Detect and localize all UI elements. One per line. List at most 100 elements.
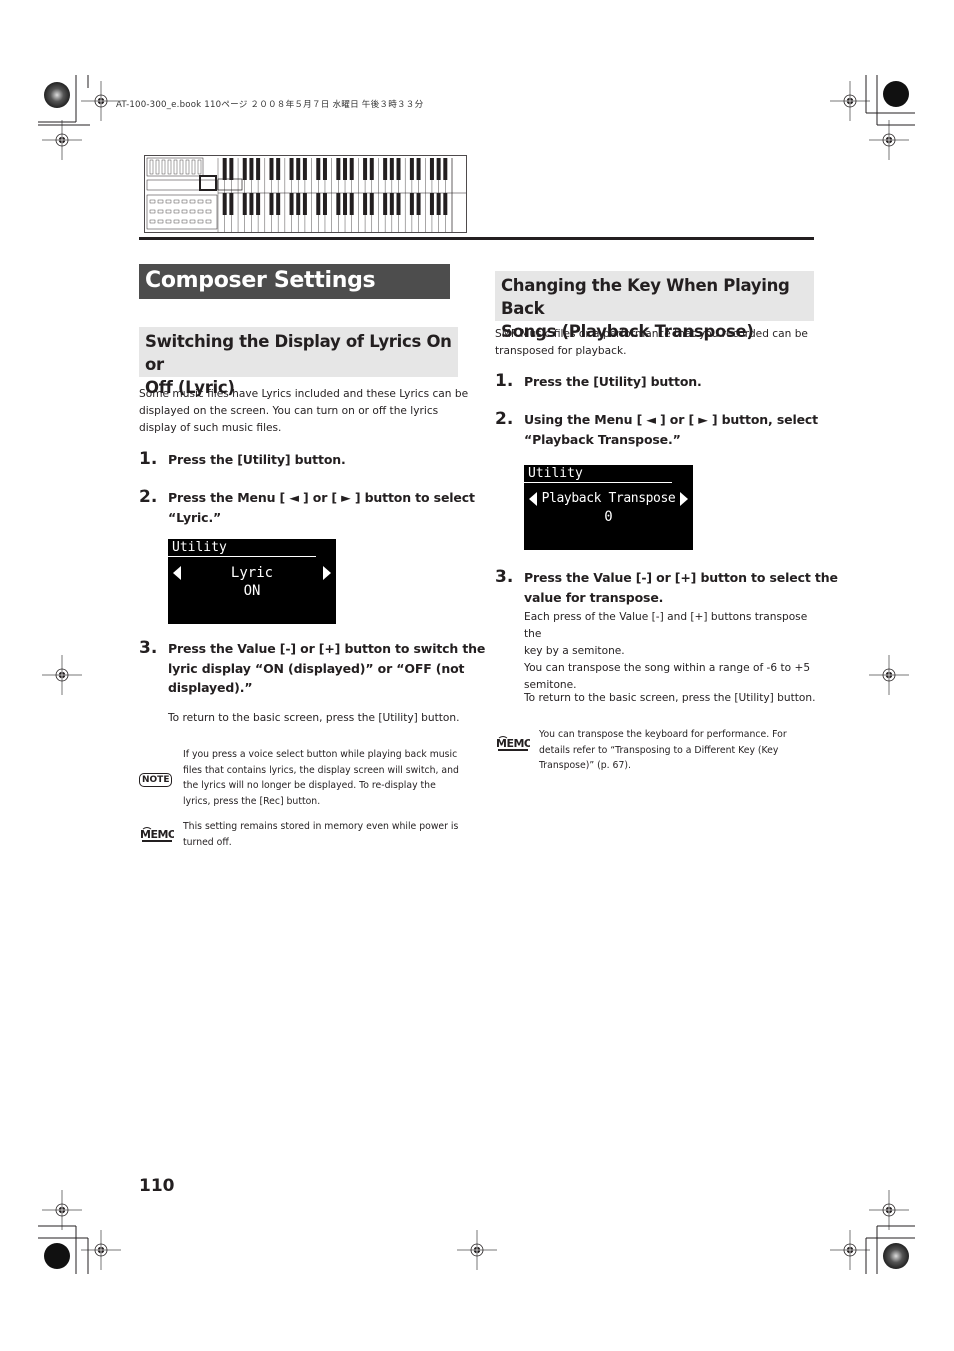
black-key [296, 158, 301, 180]
registration-mark [868, 1189, 910, 1231]
black-key [436, 158, 441, 180]
registration-mark [829, 1229, 871, 1271]
black-key [429, 158, 434, 180]
black-key [363, 158, 368, 180]
memo-text: You can transpose the keyboard for perfo… [539, 727, 819, 774]
step-text: Using the Menu [ ◄ ] or [ ► ] button, se… [524, 410, 818, 449]
step-number: 1. [495, 371, 514, 391]
registration-mark [41, 119, 83, 161]
registration-mark [868, 119, 910, 161]
lcd-parameter: Lyric [230, 565, 274, 581]
color-target-mark [883, 81, 909, 107]
header-rule [139, 237, 814, 240]
lcd-value: ON [243, 583, 261, 599]
black-key [443, 158, 448, 180]
registration-mark [829, 80, 871, 122]
memo-icon-label: MEMO [140, 828, 174, 841]
text-line: Press the Value [-] or [+] button to sel… [524, 570, 838, 585]
registration-mark [868, 654, 910, 696]
black-key [409, 158, 414, 180]
lcd-screen-playback-transpose: Utility Playback Transpose 0 [524, 465, 693, 550]
black-key [443, 193, 448, 215]
text-line: Press the Menu [ ◄ ] or [ ► ] button to … [168, 490, 475, 505]
page-title: Composer Settings [139, 264, 450, 299]
text-line: transposed for playback. [495, 345, 627, 357]
registration-mark [456, 1229, 498, 1271]
registration-mark [80, 80, 122, 122]
text-line: display of such music files. [139, 422, 282, 434]
text-line: Each press of the Value [-] and [+] butt… [524, 611, 808, 640]
text-line: lyric display “ON (displayed)” or “OFF (… [168, 660, 465, 676]
black-key [322, 193, 327, 215]
lcd-divider [524, 482, 672, 483]
step-text: Press the Menu [ ◄ ] or [ ► ] button to … [168, 488, 475, 527]
black-key [242, 193, 247, 215]
black-key [383, 193, 388, 215]
text-line: key by a semitone. [524, 645, 625, 657]
section-heading-lyric: Switching the Display of Lyrics On or Of… [139, 327, 458, 397]
lcd-parameter: Playback Transpose [541, 491, 676, 506]
black-key [302, 193, 307, 215]
heading-line: Switching the Display of Lyrics On or [145, 332, 452, 374]
text-line: lyrics, press the [Rec] button. [183, 795, 321, 807]
text-line: Some music files have Lyrics included an… [139, 388, 469, 400]
black-key [369, 193, 374, 215]
black-key [343, 158, 348, 180]
color-target-mark [883, 1243, 909, 1269]
memo-icon: MEMO [140, 826, 177, 847]
black-key [289, 158, 294, 180]
text-line: value for transpose. [524, 589, 664, 605]
text-line: “Playback Transpose.” [524, 431, 681, 447]
step-text: Press the [Utility] button. [524, 374, 702, 389]
step-3-detail: Each press of the Value [-] and [+] butt… [524, 609, 824, 694]
return-instruction: To return to the basic screen, press the… [168, 712, 460, 724]
text-line: This setting remains stored in memory ev… [183, 821, 459, 832]
black-key [363, 193, 368, 215]
intro-paragraph: Some music files have Lyrics included an… [139, 386, 469, 437]
black-key [436, 193, 441, 215]
text-line: displayed).” [168, 680, 253, 695]
text-line: Press the Value [-] or [+] button to swi… [168, 641, 486, 656]
black-key [276, 158, 281, 180]
registration-mark [41, 1189, 83, 1231]
step-number: 3. [495, 567, 514, 587]
text-line: You can transpose the keyboard for perfo… [539, 729, 787, 740]
lcd-title: Utility [528, 466, 583, 481]
intro-paragraph: SMF Music files or a performance that yo… [495, 326, 825, 360]
text-line: Using the Menu [ ◄ ] or [ ► ] button, se… [524, 412, 818, 427]
color-target-mark [44, 1243, 70, 1269]
lcd-value: 0 [604, 509, 613, 525]
black-key [276, 193, 281, 215]
black-key [396, 193, 401, 215]
registration-mark [80, 1229, 122, 1271]
text-line: SMF Music files or a performance that yo… [495, 328, 808, 340]
note-icon: NOTE [139, 773, 173, 787]
black-key [316, 158, 321, 180]
step-text: Press the Value [-] or [+] button to sel… [524, 568, 838, 607]
heading-line: Changing the Key When Playing Back [501, 276, 790, 318]
black-key [336, 193, 341, 215]
black-key [369, 158, 374, 180]
registration-mark [41, 654, 83, 696]
black-key [269, 158, 274, 180]
black-key [349, 193, 354, 215]
black-key [322, 158, 327, 180]
black-key [336, 158, 341, 180]
black-key [429, 193, 434, 215]
black-key [416, 193, 421, 215]
black-key [389, 193, 394, 215]
text-line: turned off. [183, 836, 232, 848]
black-key [249, 193, 254, 215]
black-key [222, 158, 227, 180]
note-text: If you press a voice select button while… [183, 747, 473, 809]
text-line: “Lyric.” [168, 509, 222, 525]
black-key [249, 158, 254, 180]
black-key [296, 193, 301, 215]
section-heading-playback-transpose: Changing the Key When Playing Back Songs… [495, 271, 814, 341]
black-key [389, 158, 394, 180]
black-key [316, 193, 321, 215]
black-key [343, 193, 348, 215]
step-number: 2. [139, 487, 158, 507]
memo-icon: MEMO [496, 735, 533, 756]
text-line: Transpose)” (p. 67). [539, 760, 631, 771]
